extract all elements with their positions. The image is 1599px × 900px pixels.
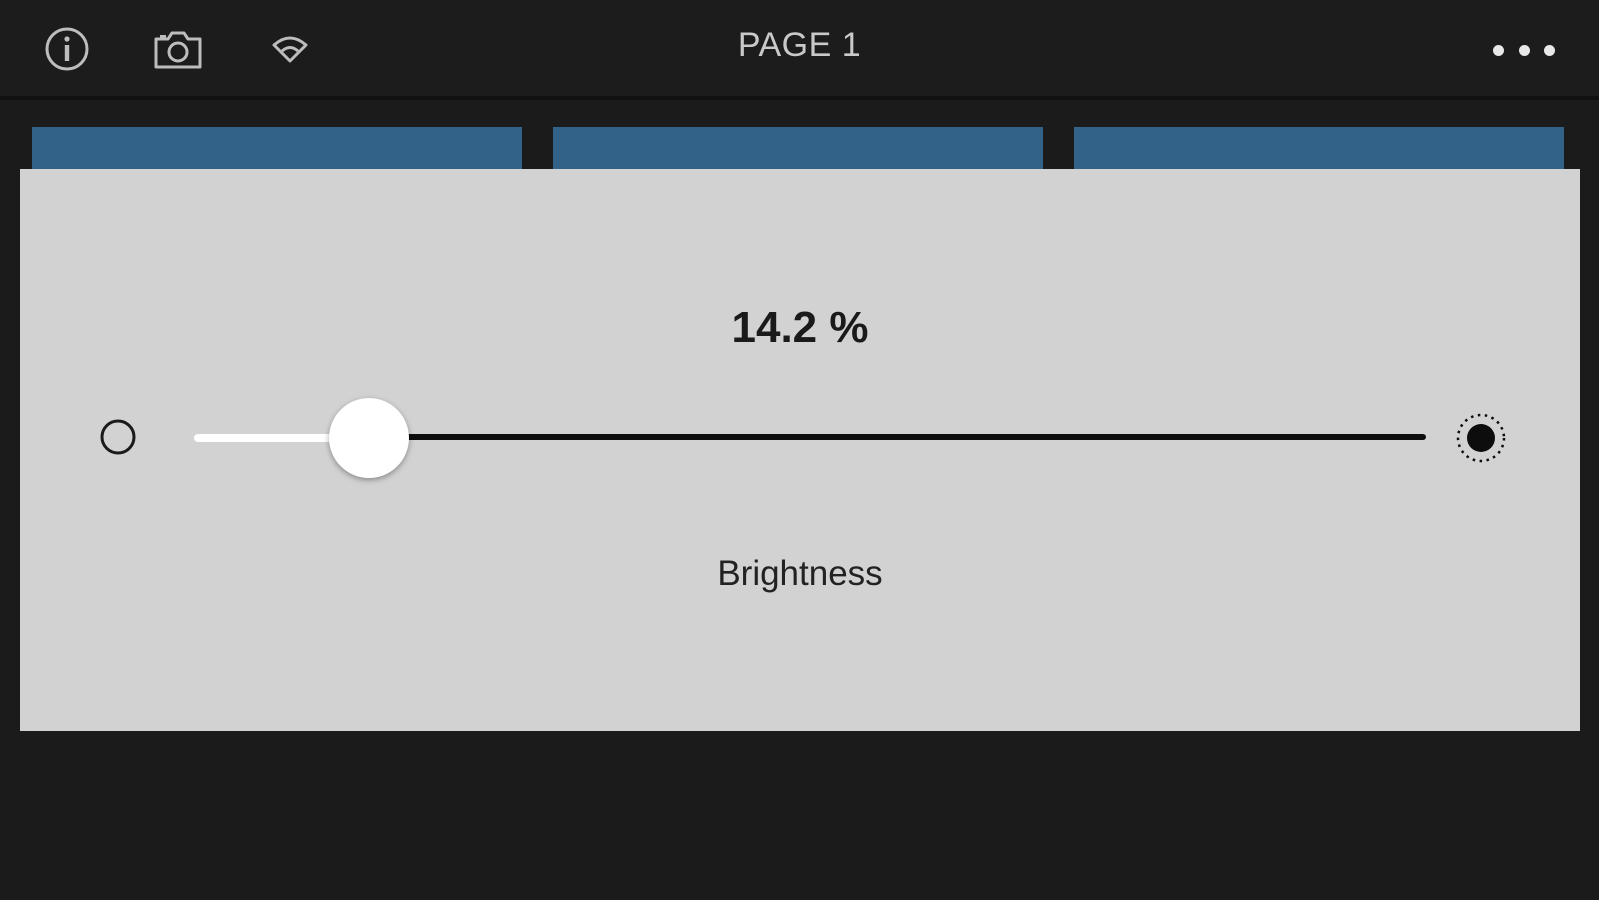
more-dot <box>1518 44 1530 56</box>
brightness-low-icon <box>98 417 138 457</box>
brightness-panel: 14.2 % Brightness <box>20 169 1580 731</box>
slider-track-empty <box>369 434 1426 440</box>
brightness-slider[interactable] <box>194 398 1426 478</box>
slider-thumb[interactable] <box>329 398 409 478</box>
top-bar: PAGE 1 <box>0 0 1599 100</box>
brightness-value: 14.2 % <box>731 303 869 352</box>
more-dot <box>1493 44 1504 56</box>
more-dot <box>1544 44 1555 56</box>
tab-1[interactable] <box>32 127 522 169</box>
brightness-high-icon <box>1454 411 1508 465</box>
more-icon[interactable] <box>1493 30 1555 70</box>
tab-3[interactable] <box>1074 127 1564 169</box>
tab-2[interactable] <box>553 127 1043 169</box>
brightness-caption: Brightness <box>717 554 883 593</box>
page-title: PAGE 1 <box>737 26 862 64</box>
